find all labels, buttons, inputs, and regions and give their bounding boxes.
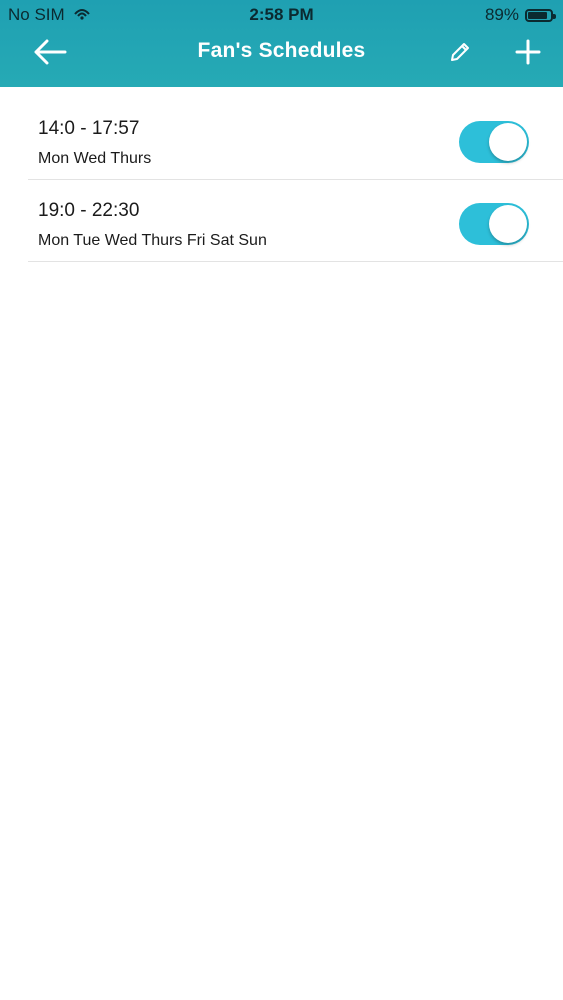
battery-nub — [553, 13, 556, 19]
status-time: 2:58 PM — [249, 5, 314, 24]
page-title: Fan's Schedules — [197, 39, 366, 62]
schedule-row[interactable]: 14:0 - 17:57 Mon Wed Thurs — [28, 98, 563, 180]
battery-level-fill — [528, 11, 548, 19]
schedule-toggle[interactable] — [459, 203, 529, 245]
schedule-time-range: 14:0 - 17:57 — [38, 118, 140, 139]
schedule-time-range: 19:0 - 22:30 — [38, 200, 140, 221]
status-bar: No SIM 2:58 PM 89% — [0, 0, 563, 30]
schedule-row[interactable]: 19:0 - 22:30 Mon Tue Wed Thurs Fri Sat S… — [28, 180, 563, 262]
add-schedule-button[interactable] — [510, 36, 546, 72]
battery-percent: 89% — [484, 5, 519, 24]
pencil-icon — [448, 40, 472, 69]
nav-bar: Fan's Schedules — [0, 30, 563, 87]
status-right: 89% — [484, 5, 556, 25]
screen: No SIM 2:58 PM 89% Fan's Schedules 14:0 … — [0, 0, 563, 1000]
header: No SIM 2:58 PM 89% Fan's Schedules — [0, 0, 563, 87]
battery-icon — [525, 8, 556, 22]
schedule-toggle[interactable] — [459, 121, 529, 163]
schedule-days: Mon Tue Wed Thurs Fri Sat Sun — [38, 232, 267, 249]
plus-icon — [515, 39, 541, 70]
edit-button[interactable] — [442, 36, 478, 72]
schedule-days: Mon Wed Thurs — [38, 150, 152, 167]
toggle-knob — [489, 123, 527, 161]
schedule-list: 14:0 - 17:57 Mon Wed Thurs 19:0 - 22:30 … — [28, 98, 563, 262]
toggle-knob — [489, 205, 527, 243]
